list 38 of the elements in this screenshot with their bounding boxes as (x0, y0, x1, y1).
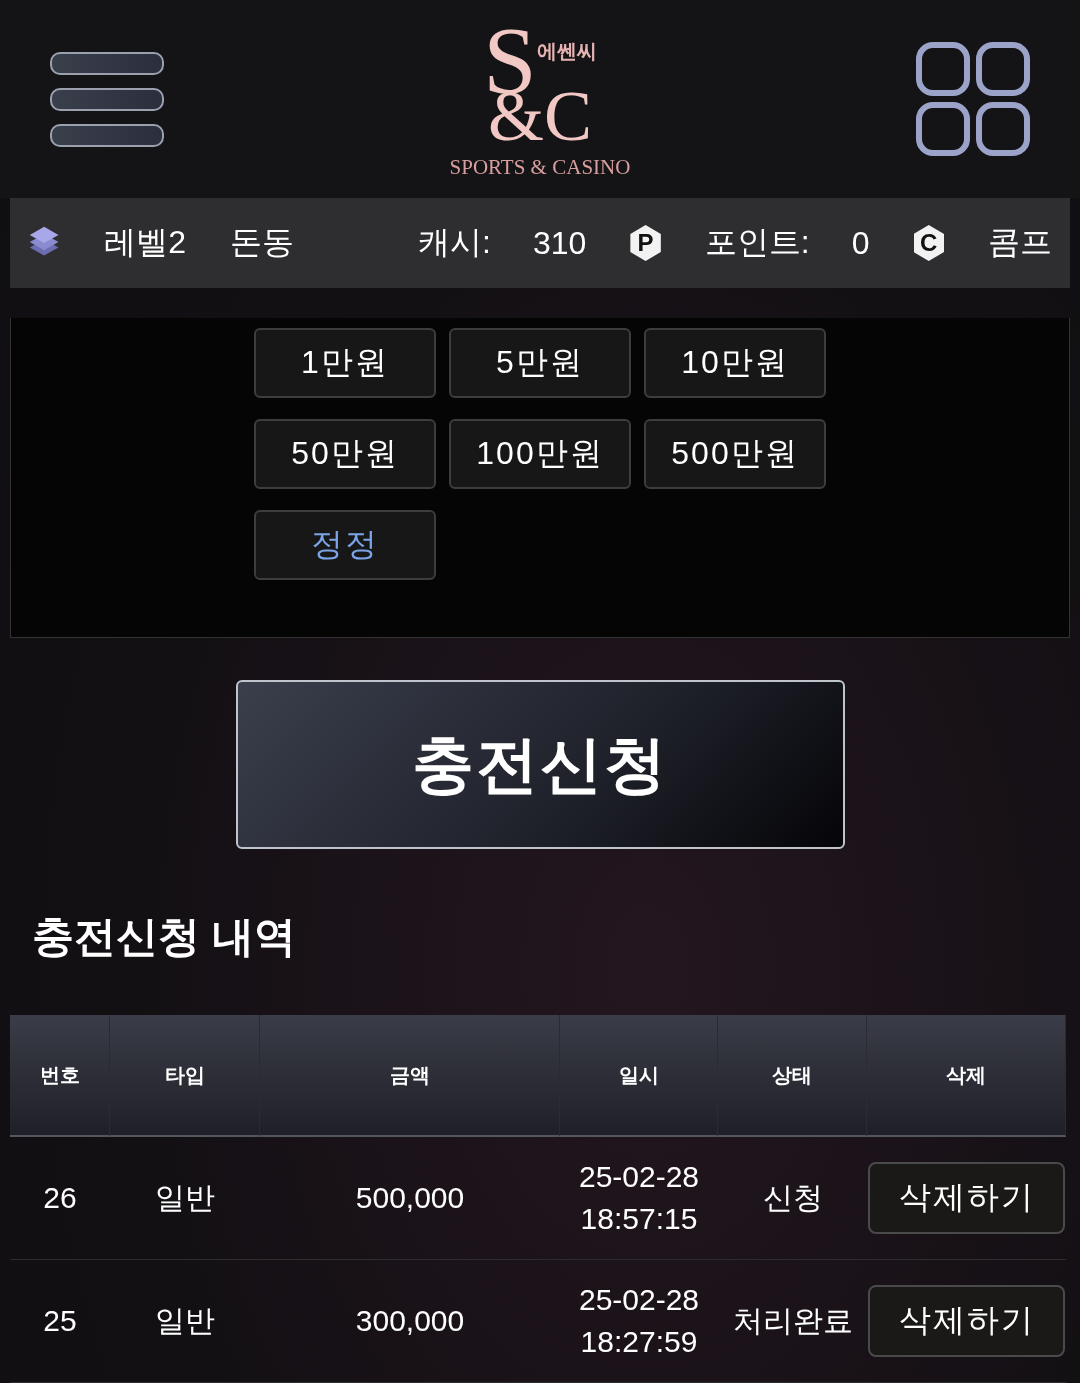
amount-button[interactable]: 50만원 (254, 418, 436, 489)
menu-button[interactable] (50, 51, 164, 147)
cash-label: 캐시: (418, 223, 491, 262)
table-cell: 25-02-28 18:27:59 (560, 1260, 718, 1383)
table-cell: 25 (10, 1260, 110, 1383)
column-header: 금액 (260, 1015, 560, 1137)
column-header: 상태 (718, 1015, 867, 1137)
column-header: 번호 (10, 1015, 110, 1137)
grid-icon[interactable] (916, 42, 1030, 157)
table-cell: 300,000 (260, 1260, 560, 1383)
delete-button[interactable]: 삭제하기 (868, 1285, 1065, 1357)
comp-badge: C (913, 225, 944, 261)
amount-button[interactable]: 500만원 (644, 418, 826, 489)
point-label: 포인트: (704, 223, 810, 262)
point-value: 0 (851, 224, 870, 262)
table-cell: 일반 (110, 1137, 260, 1260)
amount-button[interactable]: 1만원 (254, 327, 436, 398)
table-cell: 일반 (110, 1260, 260, 1383)
amount-button[interactable]: 5만원 (449, 327, 631, 398)
section-title: 충전신청 내역 (32, 912, 297, 962)
level-label: 레벨2 (104, 223, 187, 262)
column-header: 타입 (110, 1015, 260, 1137)
table-cell: 신청 (718, 1137, 867, 1260)
reset-button[interactable]: 정정 (254, 509, 436, 580)
submit-button[interactable]: 충전신청 (235, 680, 845, 849)
delete-button[interactable]: 삭제하기 (868, 1162, 1065, 1234)
point-badge: P (630, 225, 661, 261)
column-header: 삭제 (867, 1015, 1066, 1137)
column-header: 일시 (560, 1015, 718, 1137)
cash-value: 310 (532, 224, 587, 262)
username: 돈동 (230, 223, 295, 262)
table-cell: 25-02-28 18:57:15 (560, 1137, 718, 1260)
amount-button[interactable]: 10만원 (644, 327, 826, 398)
table-cell: 26 (10, 1137, 110, 1260)
table-cell: 처리완료 (718, 1260, 867, 1383)
comp-link[interactable]: 콤프 (988, 221, 1052, 265)
table-cell: 500,000 (260, 1137, 560, 1260)
amount-button[interactable]: 100만원 (449, 418, 631, 489)
